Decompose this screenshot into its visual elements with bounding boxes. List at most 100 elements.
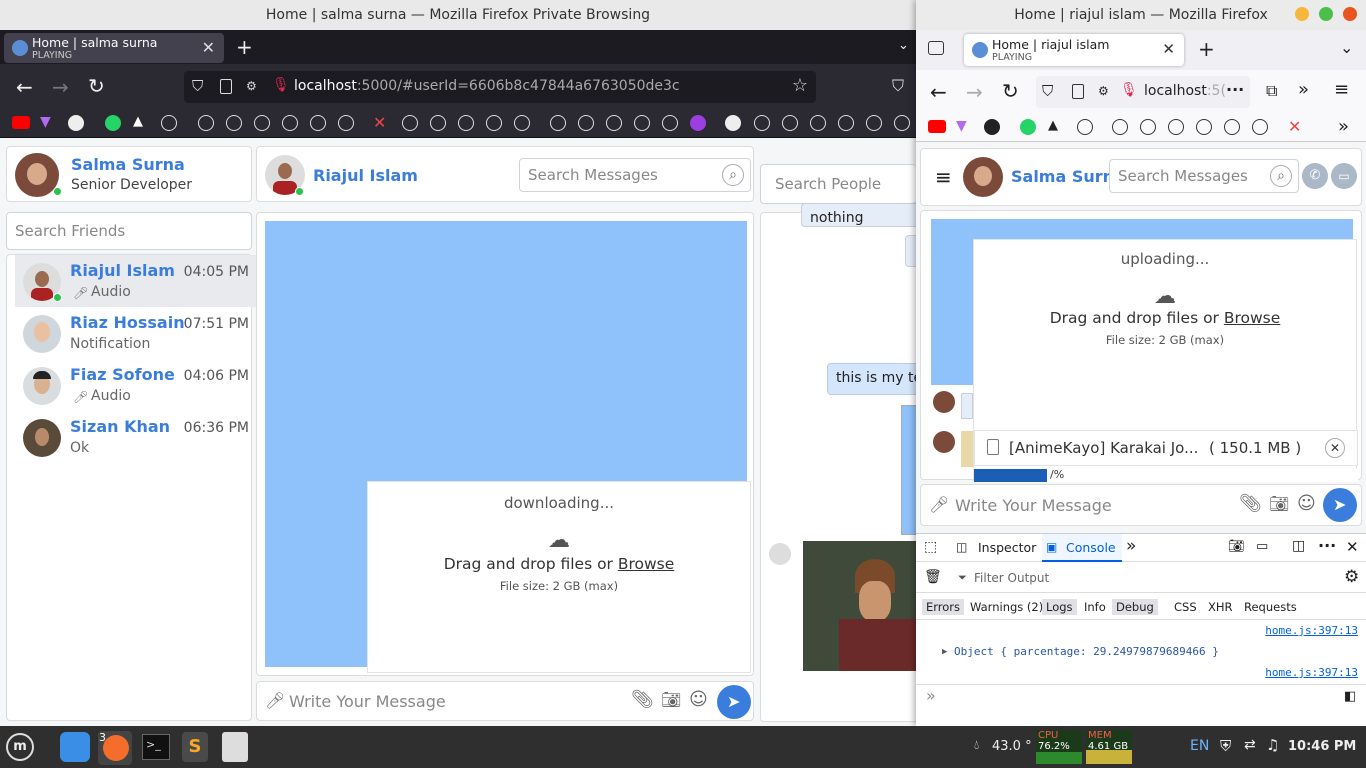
tab-home-salma[interactable]: Home | salma surna PLAYING ✕ xyxy=(4,33,224,63)
remove-file-button[interactable]: ✕ xyxy=(1325,438,1345,458)
tab-console-active[interactable]: ▣ Console xyxy=(1042,534,1122,562)
browse-link[interactable]: Browse xyxy=(618,555,674,573)
close-devtools-icon[interactable]: ✕ xyxy=(1346,538,1359,556)
globe-bookmark-icon[interactable] xyxy=(486,115,502,131)
globe-bookmark-icon[interactable] xyxy=(282,115,298,131)
browse-link[interactable]: Browse xyxy=(1224,309,1280,327)
firefox-view-icon[interactable] xyxy=(928,41,944,55)
more-tabs-chevrons-icon[interactable]: » xyxy=(1126,536,1136,556)
network-icon[interactable]: ⇄ xyxy=(1244,737,1256,753)
triangle-bookmark-icon[interactable]: ▲ xyxy=(133,114,143,129)
log-source-link[interactable]: home.js:397:13 xyxy=(1265,666,1358,679)
whatsapp-bookmark-icon[interactable] xyxy=(1020,119,1036,135)
maximize-button[interactable] xyxy=(1319,7,1333,21)
bookmark-star-icon[interactable]: ☆ xyxy=(792,75,808,96)
close-tab-icon[interactable]: ✕ xyxy=(202,38,215,57)
update-shield-icon[interactable]: ⛨ xyxy=(1220,737,1231,755)
messages-search-input[interactable]: Search Messages ⌕ xyxy=(1109,159,1299,193)
forward-arrow-icon[interactable]: → xyxy=(52,75,69,99)
reload-icon[interactable]: ↻ xyxy=(1002,79,1019,103)
terminal-icon[interactable]: >_ xyxy=(142,734,170,760)
globe-bookmark-icon[interactable] xyxy=(338,115,354,131)
console-input-row[interactable]: » ◧ xyxy=(916,684,1366,710)
log-object[interactable]: Object { parcentage: 29.24979879689466 } xyxy=(954,645,1219,658)
globe-bookmark-icon[interactable] xyxy=(1196,119,1212,135)
globe-bookmark-icon[interactable] xyxy=(161,115,177,131)
globe-bookmark-icon[interactable] xyxy=(782,115,798,131)
url-bar[interactable]: ⛉ ⚙ 🎙 localhost:5000/#userId=6606b8c4784… xyxy=(184,71,816,103)
globe-bookmark-icon[interactable] xyxy=(662,115,678,131)
devtools-menu-icon[interactable]: ··· xyxy=(1318,536,1336,555)
memory-monitor-graph[interactable]: MEM 4.61 GB xyxy=(1086,730,1132,764)
globe-bookmark-icon[interactable] xyxy=(634,115,650,131)
globe-bookmark-icon[interactable] xyxy=(1252,119,1268,135)
send-button[interactable]: ➤ xyxy=(1323,488,1357,522)
overflow-chevrons-icon[interactable]: » xyxy=(1298,79,1309,100)
message-input[interactable]: Write Your Message xyxy=(955,496,1112,515)
filter-warnings[interactable]: Warnings (2) xyxy=(970,600,1043,614)
back-arrow-icon[interactable]: ← xyxy=(16,75,33,99)
vite-bookmark-icon[interactable]: ▼ xyxy=(40,114,51,130)
globe-bookmark-icon[interactable] xyxy=(1224,119,1240,135)
url-bar[interactable]: ⛉ ⚙ 🎙 localhost:5( ··· xyxy=(1036,76,1250,108)
music-note-icon[interactable]: ♫ xyxy=(1266,736,1279,754)
console-settings-gear-icon[interactable]: ⚙ xyxy=(1344,567,1359,587)
expand-triangle-icon[interactable]: ▶ xyxy=(942,647,947,657)
overflow-chevrons-icon[interactable]: » xyxy=(1338,116,1349,137)
text-editor-icon[interactable] xyxy=(222,732,248,762)
globe-bookmark-icon[interactable] xyxy=(254,115,270,131)
tab-list-chevron-icon[interactable]: ⌄ xyxy=(1340,38,1353,57)
camera-icon[interactable]: 📷︎ xyxy=(1269,494,1289,513)
editor-mode-icon[interactable]: ◧ xyxy=(1344,689,1356,704)
globe-bookmark-icon[interactable] xyxy=(754,115,770,131)
friend-item-sizan[interactable]: Sizan Khan 06:36 PM Ok xyxy=(15,411,257,463)
responsive-mode-icon[interactable]: ▭ xyxy=(1256,539,1268,554)
back-arrow-icon[interactable]: ← xyxy=(930,80,947,104)
message-input[interactable]: Write Your Message xyxy=(289,692,446,711)
video-call-button[interactable]: ▭ xyxy=(1331,163,1357,189)
friend-item-fiaz[interactable]: Fiaz Sofone 04:06 PM 🎤︎ Audio xyxy=(15,359,257,411)
extensions-icon[interactable]: ⧉ xyxy=(1266,81,1277,101)
emoji-icon[interactable]: ☺ xyxy=(1297,493,1316,514)
filter-output-input[interactable]: Filter Output xyxy=(974,571,1049,585)
friends-search-input[interactable]: Search Friends xyxy=(6,212,252,250)
sublime-text-icon[interactable]: S xyxy=(182,732,208,762)
tab-inspector[interactable]: Inspector xyxy=(978,540,1036,555)
bookmark-icon[interactable] xyxy=(690,115,706,131)
new-tab-icon[interactable]: + xyxy=(1198,37,1215,61)
my-avatar[interactable] xyxy=(963,157,1003,197)
globe-bookmark-icon[interactable] xyxy=(430,115,446,131)
attachment-icon[interactable]: 📎︎ xyxy=(631,689,654,710)
x-bookmark-icon[interactable]: ✕ xyxy=(1288,117,1301,136)
forward-arrow-icon[interactable]: → xyxy=(966,80,983,104)
bookmark-icon[interactable] xyxy=(984,119,1000,135)
globe-bookmark-icon[interactable] xyxy=(578,115,594,131)
filter-logs[interactable]: Logs xyxy=(1042,599,1077,615)
reload-icon[interactable]: ↻ xyxy=(88,74,105,98)
globe-bookmark-icon[interactable] xyxy=(1112,119,1128,135)
globe-bookmark-icon[interactable] xyxy=(402,115,418,131)
cpu-monitor-graph[interactable]: CPU 76.2% xyxy=(1036,730,1082,764)
globe-bookmark-icon[interactable] xyxy=(1077,119,1093,135)
phone-call-button[interactable]: ✆ xyxy=(1302,163,1328,189)
globe-bookmark-icon[interactable] xyxy=(226,115,242,131)
dock-side-icon[interactable]: ◫ xyxy=(1292,538,1305,554)
keyboard-layout[interactable]: EN xyxy=(1190,738,1209,754)
microphone-icon[interactable]: 🎤︎ xyxy=(929,495,949,514)
search-icon[interactable]: ⌕ xyxy=(1270,165,1292,187)
attachment-icon[interactable]: 📎︎ xyxy=(1239,493,1262,514)
send-button[interactable]: ➤ xyxy=(717,685,751,719)
globe-bookmark-icon[interactable] xyxy=(838,115,854,131)
vite-bookmark-icon[interactable]: ▼ xyxy=(956,118,967,134)
minimize-button[interactable] xyxy=(1295,7,1309,21)
camera-icon[interactable]: 📷︎ xyxy=(661,690,681,709)
emoji-icon[interactable]: ☺ xyxy=(689,689,708,710)
hamburger-menu-icon[interactable]: ≡ xyxy=(935,165,952,189)
globe-bookmark-icon[interactable] xyxy=(458,115,474,131)
globe-bookmark-icon[interactable] xyxy=(514,115,530,131)
smiley-bookmark-icon[interactable] xyxy=(725,115,741,131)
page-actions-icon[interactable]: ··· xyxy=(1226,80,1244,99)
people-search-input[interactable]: Search People xyxy=(760,164,916,204)
globe-bookmark-icon[interactable] xyxy=(810,115,826,131)
tab-home-riajul[interactable]: Home | riajul islam PLAYING ✕ xyxy=(964,34,1184,66)
